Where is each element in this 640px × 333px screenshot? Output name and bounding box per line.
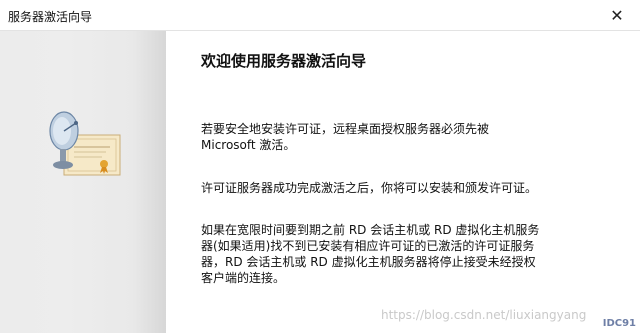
intro-line: Microsoft 激活。 (201, 138, 296, 152)
grace-line: 器(如果适用)找不到已安装有相应许可证的已激活的许可证服务 (201, 239, 535, 253)
grace-line: 如果在宽限时间要到期之前 RD 会话主机或 RD 虚拟化主机服务 (201, 223, 540, 237)
window-title: 服务器激活向导 (8, 10, 93, 24)
wizard-side-panel (0, 31, 166, 333)
title-bar: 服务器激活向导 ✕ (0, 0, 640, 31)
blog-watermark: https://blog.csdn.net/liuxiangyang (381, 308, 587, 322)
activation-wizard-window: 服务器激活向导 ✕ 欢迎使用服务器激活向导 若要安全地安装许可证，远程桌面授权服… (0, 0, 640, 333)
corner-watermark: IDC91 (602, 318, 636, 329)
close-icon: ✕ (610, 5, 624, 25)
wizard-heading: 欢迎使用服务器激活向导 (201, 52, 367, 70)
satellite-dish-certificate-icon (49, 111, 121, 176)
completion-paragraph: 许可证服务器成功完成激活之后，你将可以安装和颁发许可证。 (201, 181, 538, 195)
grace-line: 客户端的连接。 (201, 271, 286, 285)
intro-paragraph: 若要安全地安装许可证，远程桌面授权服务器必须先被 Microsoft 激活。 (201, 121, 551, 153)
grace-line: 器，RD 会话主机或 RD 虚拟化主机服务器将停止接受未经授权 (201, 255, 536, 269)
intro-line: 若要安全地安装许可证，远程桌面授权服务器必须先被 (201, 122, 490, 136)
grace-period-paragraph: 如果在宽限时间要到期之前 RD 会话主机或 RD 虚拟化主机服务 器(如果适用)… (201, 222, 551, 286)
close-button[interactable]: ✕ (594, 0, 640, 31)
